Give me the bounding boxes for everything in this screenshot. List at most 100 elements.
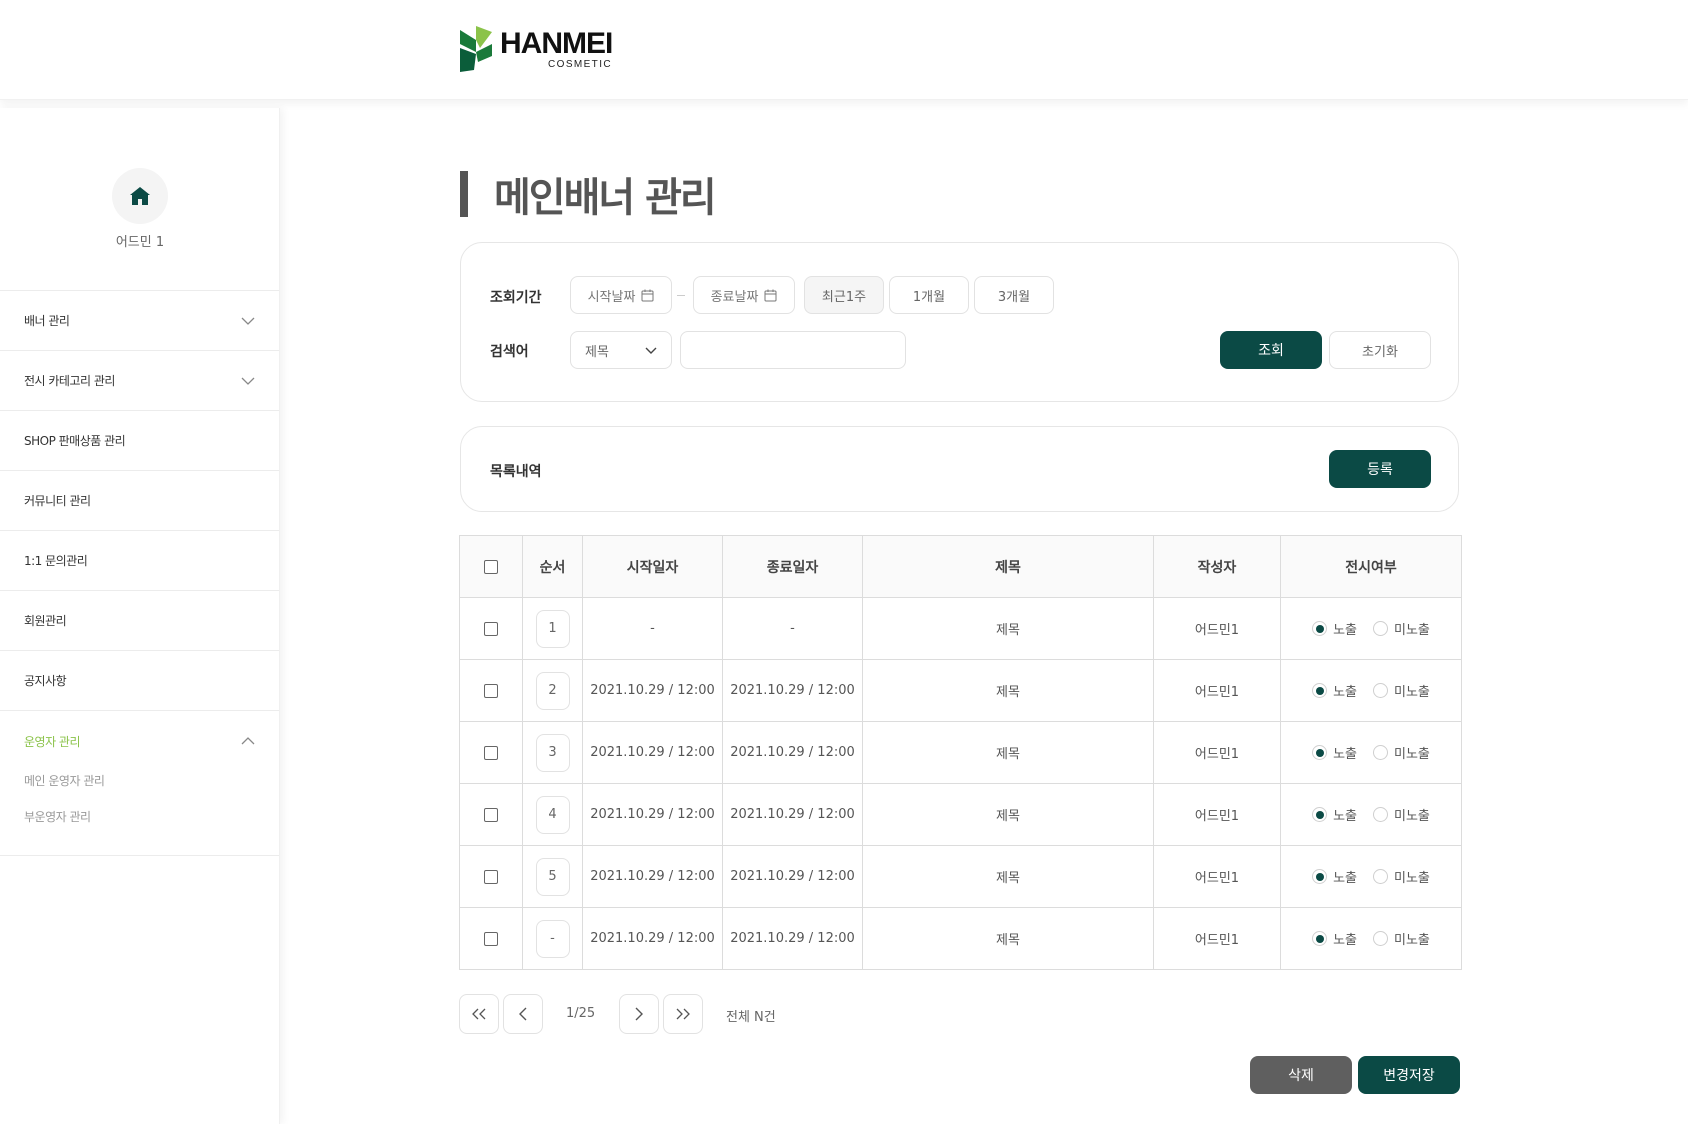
order-input[interactable]: 4: [535, 795, 570, 834]
row-checkbox[interactable]: [484, 621, 498, 636]
radio-button[interactable]: [1312, 683, 1328, 698]
row-checkbox[interactable]: [484, 745, 498, 760]
radio-label: 노출: [1333, 933, 1358, 948]
row-checkbox[interactable]: [484, 869, 498, 884]
sidebar-item-label: SHOP 판매상품 관리: [24, 434, 126, 448]
first-page-button[interactable]: [459, 994, 499, 1034]
display-cell: 노출 미노출: [1280, 845, 1462, 908]
chevron-down-icon: [241, 377, 255, 385]
brand-logo[interactable]: HANMEI COSMETIC: [458, 26, 618, 74]
submenu-item-main-operator[interactable]: 메인 운영자 관리: [24, 765, 255, 801]
order-input[interactable]: 1: [535, 609, 570, 648]
admin-name: 어드민 1: [115, 235, 165, 250]
sidebar-item-operators[interactable]: 운영자 관리: [0, 711, 279, 763]
display-hide-option[interactable]: 미노출: [1373, 867, 1430, 886]
logo-name: HANMEI: [500, 27, 613, 60]
radio-button[interactable]: [1373, 807, 1389, 822]
display-cell: 노출 미노출: [1280, 783, 1462, 846]
radio-button[interactable]: [1373, 745, 1389, 760]
end-date-input[interactable]: 종료날짜: [693, 276, 795, 314]
display-show-option[interactable]: 노출: [1312, 681, 1357, 700]
display-show-option[interactable]: 노출: [1312, 867, 1357, 886]
display-show-option[interactable]: 노출: [1312, 805, 1357, 824]
sidebar-item-members[interactable]: 회원관리: [0, 591, 279, 651]
table-row: -2021.10.29 / 12:00 2021.10.29 / 12:00 제목 어…: [459, 907, 1462, 970]
radio-label: 노출: [1333, 623, 1358, 638]
radio-label: 미노출: [1394, 809, 1430, 824]
radio-button[interactable]: [1312, 621, 1328, 636]
keyword-input[interactable]: [680, 331, 906, 369]
calendar-icon: [641, 289, 654, 301]
start-date-cell: 2021.10.29 / 12:00: [582, 845, 723, 908]
delete-button[interactable]: 삭제: [1250, 1056, 1352, 1094]
sidebar-item-banner[interactable]: 배너 관리: [0, 291, 279, 351]
range-last-week-button[interactable]: 최근1주: [804, 276, 884, 314]
radio-button[interactable]: [1373, 869, 1389, 884]
row-checkbox[interactable]: [484, 807, 498, 822]
author-cell: 어드민1: [1153, 907, 1281, 970]
page-title-text: 메인배너 관리: [494, 175, 717, 221]
row-checkbox[interactable]: [484, 931, 498, 946]
display-show-option[interactable]: 노출: [1312, 619, 1357, 638]
order-input[interactable]: 5: [535, 857, 570, 896]
display-hide-option[interactable]: 미노출: [1373, 805, 1430, 824]
start-date-cell: 2021.10.29 / 12:00: [582, 783, 723, 846]
sidebar-item-shop[interactable]: SHOP 판매상품 관리: [0, 411, 279, 471]
sidebar-item-category[interactable]: 전시 카테고리 관리: [0, 351, 279, 411]
chevron-right-icon: [635, 1007, 643, 1021]
chevron-down-icon: [645, 347, 657, 354]
author-cell: 어드민1: [1153, 845, 1281, 908]
banner-table: 순서 시작일자 종료일자 제목 작성자 전시여부 1- - 제목 어드민1 노출 미노…: [459, 535, 1462, 970]
register-button[interactable]: 등록: [1329, 450, 1431, 488]
display-hide-option[interactable]: 미노출: [1373, 619, 1430, 638]
radio-button[interactable]: [1373, 621, 1389, 636]
radio-button[interactable]: [1373, 931, 1389, 946]
display-cell: 노출 미노출: [1280, 907, 1462, 970]
radio-button[interactable]: [1312, 869, 1328, 884]
last-page-button[interactable]: [663, 994, 703, 1034]
radio-button[interactable]: [1312, 931, 1328, 946]
select-all-checkbox[interactable]: [484, 559, 498, 574]
sidebar-item-inquiry[interactable]: 1:1 문의관리: [0, 531, 279, 591]
end-date-cell: 2021.10.29 / 12:00: [722, 845, 863, 908]
title-cell: 제목: [862, 907, 1154, 970]
order-input[interactable]: 2: [535, 671, 570, 710]
end-date-cell: 2021.10.29 / 12:00: [722, 721, 863, 784]
display-cell: 노출 미노출: [1280, 659, 1462, 722]
column-header-display: 전시여부: [1280, 535, 1462, 598]
search-button[interactable]: 조회: [1220, 331, 1322, 369]
display-show-option[interactable]: 노출: [1312, 743, 1357, 762]
sidebar-item-notice[interactable]: 공지사항: [0, 651, 279, 711]
start-date-input[interactable]: 시작날짜: [570, 276, 672, 314]
sidebar-item-community[interactable]: 커뮤니티 관리: [0, 471, 279, 531]
list-title: 목록내역: [490, 464, 542, 480]
row-checkbox[interactable]: [484, 683, 498, 698]
radio-button[interactable]: [1312, 807, 1328, 822]
column-header-title: 제목: [862, 535, 1154, 598]
home-button[interactable]: [112, 168, 168, 224]
save-changes-button[interactable]: 변경저장: [1358, 1056, 1460, 1094]
sidebar-item-label: 회원관리: [24, 614, 67, 628]
display-hide-option[interactable]: 미노출: [1373, 681, 1430, 700]
logo-subtitle: COSMETIC: [548, 59, 612, 70]
radio-button[interactable]: [1312, 745, 1328, 760]
radio-button[interactable]: [1373, 683, 1389, 698]
order-input[interactable]: 3: [535, 733, 570, 772]
start-date-cell: 2021.10.29 / 12:00: [582, 659, 723, 722]
order-input[interactable]: -: [535, 919, 570, 958]
next-page-button[interactable]: [619, 994, 659, 1034]
search-type-select[interactable]: 제목: [570, 331, 672, 369]
page-title: 메인배너 관리: [460, 170, 717, 221]
range-1-month-button[interactable]: 1개월: [889, 276, 969, 314]
sidebar-item-label: 공지사항: [24, 674, 67, 688]
prev-page-button[interactable]: [503, 994, 543, 1034]
reset-button[interactable]: 초기화: [1329, 331, 1431, 369]
calendar-icon: [764, 289, 777, 301]
range-3-months-button[interactable]: 3개월: [974, 276, 1054, 314]
table-header-row: 순서 시작일자 종료일자 제목 작성자 전시여부: [459, 535, 1462, 598]
start-date-cell: 2021.10.29 / 12:00: [582, 907, 723, 970]
submenu-item-sub-operator[interactable]: 부운영자 관리: [24, 801, 255, 837]
display-hide-option[interactable]: 미노출: [1373, 743, 1430, 762]
display-show-option[interactable]: 노출: [1312, 929, 1357, 948]
display-hide-option[interactable]: 미노출: [1373, 929, 1430, 948]
